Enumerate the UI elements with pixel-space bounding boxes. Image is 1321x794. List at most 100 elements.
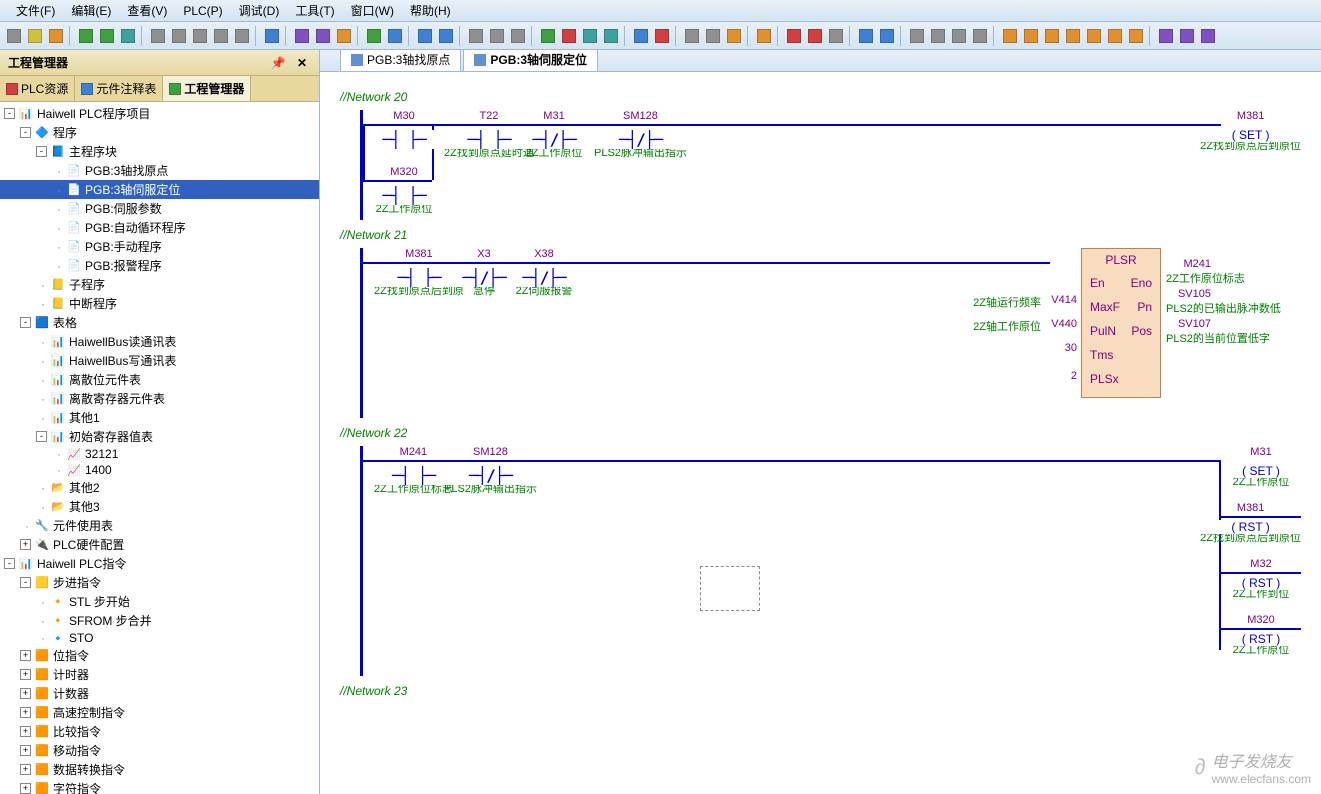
tool-open-icon[interactable] xyxy=(25,26,45,46)
tree-node[interactable]: ·📊离散寄存器元件表 xyxy=(0,389,319,408)
tool-m5-icon[interactable] xyxy=(1084,26,1104,46)
tool-cut-icon[interactable] xyxy=(466,26,486,46)
tool-m7-icon[interactable] xyxy=(1126,26,1146,46)
tool-func-icon[interactable] xyxy=(724,26,744,46)
tree-node[interactable]: +🟧高速控制指令 xyxy=(0,703,319,722)
tree-toggle-icon[interactable]: - xyxy=(4,558,15,569)
tree-node[interactable]: +🟧字符指令 xyxy=(0,779,319,794)
tree-toggle-icon[interactable]: + xyxy=(20,764,31,775)
menu-help[interactable]: 帮助(H) xyxy=(402,0,459,21)
tree-node[interactable]: +🟧计时器 xyxy=(0,665,319,684)
menu-view[interactable]: 查看(V) xyxy=(119,0,175,21)
tree-toggle-icon[interactable]: + xyxy=(20,745,31,756)
tree-node[interactable]: ·📂其他2 xyxy=(0,478,319,497)
tool-doc5-icon[interactable] xyxy=(232,26,252,46)
tree-node[interactable]: ·📈1400 xyxy=(0,462,319,478)
tree-node[interactable]: ·📒子程序 xyxy=(0,275,319,294)
menu-plc[interactable]: PLC(P) xyxy=(175,2,230,20)
tree-node[interactable]: -🟦表格 xyxy=(0,313,319,332)
tool-close-icon[interactable] xyxy=(46,26,66,46)
tool-coil-icon[interactable] xyxy=(703,26,723,46)
tree-node[interactable]: ·📄PGB:3轴找原点 xyxy=(0,161,319,180)
tool-watch-icon[interactable] xyxy=(601,26,621,46)
menu-tools[interactable]: 工具(T) xyxy=(287,0,342,21)
tool-check-icon[interactable] xyxy=(364,26,384,46)
tool-contact-icon[interactable] xyxy=(682,26,702,46)
editor-tab-1[interactable]: PGB:3轴伺服定位 xyxy=(463,50,598,71)
menu-debug[interactable]: 调试(D) xyxy=(231,0,288,21)
tool-step-icon[interactable] xyxy=(631,26,651,46)
tool-x2-icon[interactable] xyxy=(805,26,825,46)
tool-paste-icon[interactable] xyxy=(508,26,528,46)
tree-node[interactable]: +🟧移动指令 xyxy=(0,741,319,760)
tree-node[interactable]: +🟧计数器 xyxy=(0,684,319,703)
tree-node[interactable]: ·🔸STL 步开始 xyxy=(0,592,319,611)
tool-stl-icon[interactable] xyxy=(856,26,876,46)
ladder-editor[interactable]: //Network 20 M30 ─┤ ├─ T22 ─┤ ├─ 2Z找到原点延… xyxy=(320,72,1321,794)
tree-toggle-icon[interactable]: - xyxy=(4,108,15,119)
tool-print-icon[interactable] xyxy=(118,26,138,46)
tree-node[interactable]: -📘主程序块 xyxy=(0,142,319,161)
tool-l1-icon[interactable] xyxy=(907,26,927,46)
tree-toggle-icon[interactable]: + xyxy=(20,669,31,680)
tool-h3-icon[interactable] xyxy=(1198,26,1218,46)
tool-m2-icon[interactable] xyxy=(1021,26,1041,46)
tree-node[interactable]: +🔌PLC硬件配置 xyxy=(0,535,319,554)
tool-m4-icon[interactable] xyxy=(1063,26,1083,46)
rung-21[interactable]: M381 ─┤ ├─ 2Z找到原点后到原 X3 ─┤/├─ 急停 X38 ─┤/… xyxy=(360,248,1321,418)
tool-h1-icon[interactable] xyxy=(1156,26,1176,46)
tree-toggle-icon[interactable]: - xyxy=(36,431,47,442)
tree-toggle-icon[interactable]: - xyxy=(36,146,47,157)
tree-node[interactable]: ·📊离散位元件表 xyxy=(0,370,319,389)
tree-node[interactable]: ·📈32121 xyxy=(0,446,319,462)
tool-l4-icon[interactable] xyxy=(970,26,990,46)
tree-node[interactable]: -🔷程序 xyxy=(0,123,319,142)
tree-toggle-icon[interactable]: + xyxy=(20,707,31,718)
tool-h2-icon[interactable] xyxy=(1177,26,1197,46)
panel-pin-icon[interactable]: 📌 xyxy=(267,56,290,70)
menu-edit[interactable]: 编辑(E) xyxy=(63,0,119,21)
menu-window[interactable]: 窗口(W) xyxy=(343,0,402,21)
tool-run-icon[interactable] xyxy=(538,26,558,46)
panel-tab-plc-resource[interactable]: PLC资源 xyxy=(0,76,75,101)
tool-doc2-icon[interactable] xyxy=(169,26,189,46)
tool-monitor-icon[interactable] xyxy=(580,26,600,46)
tree-toggle-icon[interactable]: + xyxy=(20,650,31,661)
tool-m1-icon[interactable] xyxy=(1000,26,1020,46)
tree-node[interactable]: +🟧比较指令 xyxy=(0,722,319,741)
tree-node[interactable]: ·🔧元件使用表 xyxy=(0,516,319,535)
tool-config-icon[interactable] xyxy=(334,26,354,46)
tree-node[interactable]: ·📂其他3 xyxy=(0,497,319,516)
tree-node[interactable]: -📊初始寄存器值表 xyxy=(0,427,319,446)
tree-toggle-icon[interactable]: + xyxy=(20,539,31,550)
tree-toggle-icon[interactable]: - xyxy=(20,317,31,328)
tool-break-icon[interactable] xyxy=(652,26,672,46)
rung-20[interactable]: M30 ─┤ ├─ T22 ─┤ ├─ 2Z找到原点延时通 M31 ─┤/├─ … xyxy=(360,110,1321,220)
tree-node[interactable]: ·📄PGB:3轴伺服定位 xyxy=(0,180,319,199)
tool-find-icon[interactable] xyxy=(385,26,405,46)
plsr-block[interactable]: PLSR EnEno MaxFPn PulNPos Tms PLSx xyxy=(1081,248,1161,398)
tool-stop-icon[interactable] xyxy=(559,26,579,46)
editor-tab-0[interactable]: PGB:3轴找原点 xyxy=(340,50,461,71)
tree-node[interactable]: +🟧数据转换指令 xyxy=(0,760,319,779)
tool-comment-icon[interactable] xyxy=(754,26,774,46)
tree-node[interactable]: +🟧位指令 xyxy=(0,646,319,665)
tree-node[interactable]: ·📊HaiwellBus写通讯表 xyxy=(0,351,319,370)
tool-save-icon[interactable] xyxy=(76,26,96,46)
tool-doc1-icon[interactable] xyxy=(148,26,168,46)
tree-node[interactable]: ·🔹STO xyxy=(0,630,319,646)
tool-m3-icon[interactable] xyxy=(1042,26,1062,46)
tool-download-icon[interactable] xyxy=(262,26,282,46)
rung-22[interactable]: M241 ─┤ ├─ 2Z工作原位标志 SM128 ─┤/├─ PLS2脉冲输出… xyxy=(360,446,1321,676)
tree-toggle-icon[interactable]: - xyxy=(20,577,31,588)
tree-toggle-icon[interactable]: - xyxy=(20,127,31,138)
tree-node[interactable]: -🟨步进指令 xyxy=(0,573,319,592)
tool-sto-icon[interactable] xyxy=(877,26,897,46)
tool-m6-icon[interactable] xyxy=(1105,26,1125,46)
tree-node[interactable]: ·🔸SFROM 步合并 xyxy=(0,611,319,630)
tool-saveall-icon[interactable] xyxy=(97,26,117,46)
tree-node[interactable]: ·📊HaiwellBus读通讯表 xyxy=(0,332,319,351)
menu-file[interactable]: 文件(F) xyxy=(8,0,63,21)
tool-x3-icon[interactable] xyxy=(826,26,846,46)
tree-node[interactable]: ·📄PGB:报警程序 xyxy=(0,256,319,275)
